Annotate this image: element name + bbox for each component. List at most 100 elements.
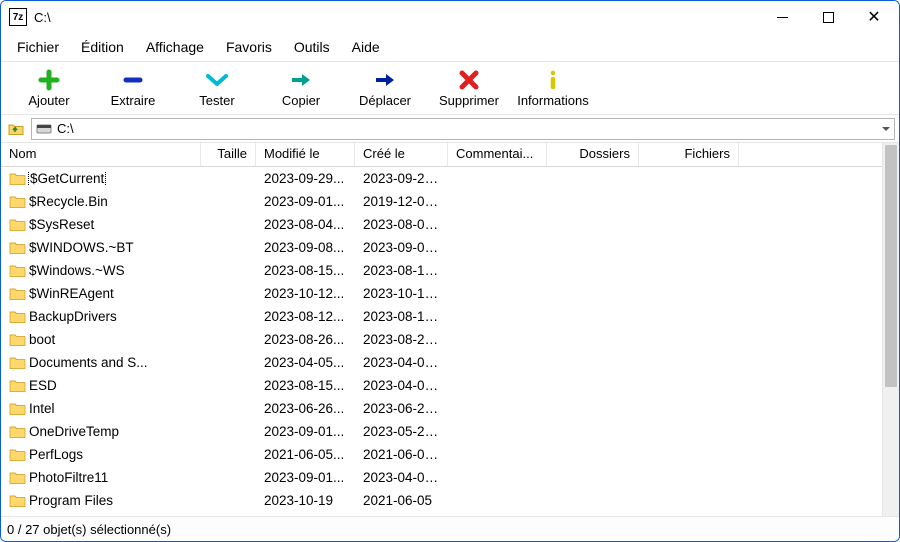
table-row[interactable]: $WinREAgent2023-10-12...2023-10-12... [1, 282, 882, 305]
table-row[interactable]: Intel 2023-06-26...2023-06-26... [1, 397, 882, 420]
row-name: $WINDOWS.~BT [29, 240, 134, 255]
plus-icon [38, 69, 60, 91]
col-header-folders[interactable]: Dossiers [547, 143, 639, 166]
created-cell: 2023-05-20... [355, 424, 448, 439]
table-row[interactable]: $Recycle.Bin2023-09-01...2019-12-07... [1, 190, 882, 213]
app-icon: 7z [9, 8, 27, 26]
menu-view[interactable]: Affichage [136, 36, 214, 58]
add-button[interactable]: Ajouter [7, 63, 91, 113]
row-name: OneDriveTemp [29, 424, 119, 439]
col-header-created[interactable]: Créé le [355, 143, 448, 166]
table-row[interactable]: Documents and S... 2023-04-05...2023-04-0… [1, 351, 882, 374]
scrollbar-thumb[interactable] [885, 145, 897, 387]
modified-cell: 2023-08-26... [256, 332, 355, 347]
name-cell: $WINDOWS.~BT [1, 240, 201, 255]
row-name: $WinREAgent [29, 286, 114, 301]
col-header-size[interactable]: Taille [201, 143, 256, 166]
list-area: Nom Taille Modifié le Créé le Commentai.… [1, 143, 899, 517]
name-cell: $GetCurrent [1, 171, 201, 186]
modified-cell: 2023-09-08... [256, 240, 355, 255]
folder-icon [9, 309, 26, 324]
maximize-button[interactable] [805, 2, 851, 32]
menu-file[interactable]: Fichier [7, 36, 69, 58]
name-cell: OneDriveTemp [1, 424, 201, 439]
modified-cell: 2023-09-01... [256, 194, 355, 209]
modified-cell: 2023-09-01... [256, 470, 355, 485]
test-label: Tester [199, 93, 234, 108]
pathbar: C:\ [1, 115, 899, 143]
created-cell: 2023-06-26... [355, 401, 448, 416]
modified-cell: 2023-10-19 [256, 493, 355, 508]
created-cell: 2023-04-06... [355, 378, 448, 393]
close-button[interactable]: ✕ [851, 2, 897, 32]
list-body[interactable]: $GetCurrent2023-09-29...2023-09-29...$Re… [1, 167, 882, 516]
folder-icon [9, 171, 26, 186]
modified-cell: 2023-08-15... [256, 263, 355, 278]
menu-tools[interactable]: Outils [284, 36, 340, 58]
table-row[interactable]: PerfLogs2021-06-05...2021-06-05... [1, 443, 882, 466]
created-cell: 2023-08-15... [355, 263, 448, 278]
modified-cell: 2023-09-01... [256, 424, 355, 439]
extract-button[interactable]: Extraire [91, 63, 175, 113]
table-row[interactable]: $SysReset 2023-08-04...2023-08-04... [1, 213, 882, 236]
table-row[interactable]: PhotoFiltre112023-09-01...2023-04-06... [1, 466, 882, 489]
menu-favorites[interactable]: Favoris [216, 36, 282, 58]
disk-icon [36, 122, 52, 136]
move-button[interactable]: Déplacer [343, 63, 427, 113]
modified-cell: 2023-08-04... [256, 217, 355, 232]
name-cell: Program Files [1, 493, 201, 508]
col-header-modified[interactable]: Modifié le [256, 143, 355, 166]
table-row[interactable]: boot2023-08-26...2023-08-26... [1, 328, 882, 351]
table-row[interactable]: $WINDOWS.~BT 2023-09-08...2023-09-08... [1, 236, 882, 259]
modified-cell: 2023-09-29... [256, 171, 355, 186]
col-header-comment[interactable]: Commentai... [448, 143, 547, 166]
listview[interactable]: Nom Taille Modifié le Créé le Commentai.… [1, 143, 882, 516]
info-label: Informations [517, 93, 589, 108]
name-cell: Intel [1, 401, 201, 416]
row-name: boot [29, 332, 55, 347]
modified-cell: 2023-04-05... [256, 355, 355, 370]
delete-button[interactable]: Supprimer [427, 63, 511, 113]
row-name: Program Files [29, 493, 113, 508]
test-button[interactable]: Tester [175, 63, 259, 113]
folder-icon [9, 470, 26, 485]
modified-cell: 2021-06-05... [256, 447, 355, 462]
created-cell: 2023-08-04... [355, 217, 448, 232]
modified-cell: 2023-06-26... [256, 401, 355, 416]
table-row[interactable]: $Windows.~WS 2023-08-15...2023-08-15... [1, 259, 882, 282]
modified-cell: 2023-10-12... [256, 286, 355, 301]
copy-button[interactable]: Copier [259, 63, 343, 113]
folder-icon [9, 194, 26, 209]
folder-icon [9, 401, 26, 416]
table-row[interactable]: OneDriveTemp 2023-09-01...2023-05-20... [1, 420, 882, 443]
name-cell: Documents and S... [1, 355, 201, 370]
folder-icon [9, 355, 26, 370]
minimize-button[interactable] [759, 2, 805, 32]
name-cell: $Windows.~WS [1, 263, 201, 278]
menu-edit[interactable]: Édition [71, 36, 134, 58]
col-header-name[interactable]: Nom [1, 143, 201, 166]
row-name: $Recycle.Bin [29, 194, 108, 209]
table-row[interactable]: Program Files2023-10-192021-06-05 [1, 489, 882, 512]
table-row[interactable]: ESD2023-08-15...2023-04-06... [1, 374, 882, 397]
name-cell: $SysReset [1, 217, 201, 232]
status-text: 0 / 27 objet(s) sélectionné(s) [7, 522, 171, 537]
chevron-down-icon [882, 127, 890, 131]
path-combo[interactable]: C:\ [31, 118, 895, 140]
scrollbar[interactable] [882, 143, 899, 516]
name-cell: $Recycle.Bin [1, 194, 201, 209]
info-button[interactable]: Informations [511, 63, 595, 113]
created-cell: 2023-09-08... [355, 240, 448, 255]
row-name: $SysReset [29, 217, 94, 232]
menu-help[interactable]: Aide [342, 36, 390, 58]
row-name: ESD [29, 378, 57, 393]
toolbar: Ajouter Extraire Tester Copier Déplacer [1, 61, 899, 115]
table-row[interactable]: BackupDrivers2023-08-12...2023-08-12... [1, 305, 882, 328]
up-button[interactable] [5, 118, 27, 140]
table-row[interactable]: $GetCurrent2023-09-29...2023-09-29... [1, 167, 882, 190]
menubar: Fichier Édition Affichage Favoris Outils… [1, 33, 899, 61]
extract-label: Extraire [111, 93, 156, 108]
created-cell: 2021-06-05... [355, 447, 448, 462]
col-header-files[interactable]: Fichiers [639, 143, 739, 166]
created-cell: 2023-04-05... [355, 355, 448, 370]
